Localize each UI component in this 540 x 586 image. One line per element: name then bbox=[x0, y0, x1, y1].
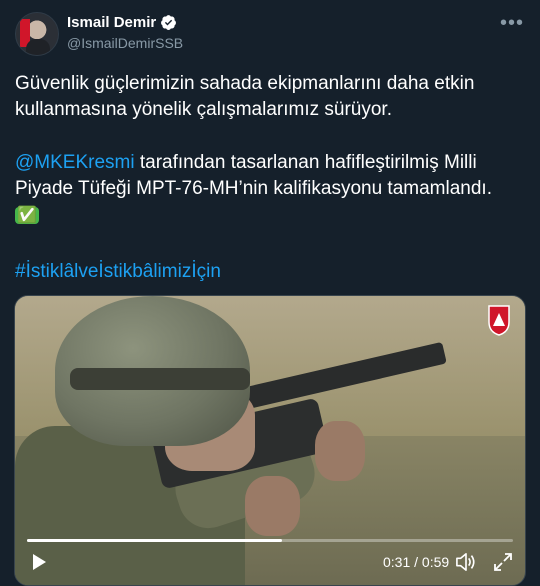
verified-badge-icon bbox=[161, 15, 177, 30]
volume-icon[interactable] bbox=[455, 552, 477, 572]
video-helmet-strap bbox=[70, 368, 250, 390]
ellipsis-icon[interactable]: ••• bbox=[500, 12, 524, 35]
hashtag-link[interactable]: #İstiklâlveİstikbâlimizİçin bbox=[15, 259, 520, 285]
tweet-paragraph-2: @MKEKresmi tarafından tasarlanan hafifle… bbox=[15, 150, 520, 229]
video-player[interactable]: 0:31 / 0:59 bbox=[14, 295, 526, 586]
video-time-separator: / bbox=[410, 554, 422, 570]
video-duration: 0:59 bbox=[421, 554, 450, 570]
video-hand-front bbox=[315, 421, 365, 481]
author-handle[interactable]: @IsmailDemirSSB bbox=[67, 35, 183, 51]
video-progress-fill bbox=[27, 539, 283, 542]
video-time: 0:31 / 0:59 bbox=[383, 554, 449, 570]
avatar-figure bbox=[26, 39, 50, 55]
tweet-paragraph-1: Güvenlik güçlerimizin sahada ekipmanları… bbox=[15, 73, 475, 120]
video-hand-grip bbox=[245, 476, 300, 536]
fullscreen-icon[interactable] bbox=[493, 552, 513, 572]
video-progress-bar[interactable] bbox=[27, 539, 513, 542]
ssb-logo-icon bbox=[488, 305, 510, 336]
avatar[interactable] bbox=[15, 12, 59, 56]
tweet: Ismail Demir @IsmailDemirSSB ••• Güvenli… bbox=[0, 0, 540, 586]
play-icon[interactable] bbox=[29, 552, 49, 572]
video-current-time: 0:31 bbox=[383, 554, 411, 570]
author-display-name[interactable]: Ismail Demir bbox=[67, 14, 156, 31]
mention-link[interactable]: @MKEKresmi bbox=[15, 152, 135, 173]
author-name-row: Ismail Demir bbox=[67, 14, 177, 31]
check-emoji-icon: ✅ bbox=[15, 207, 39, 224]
